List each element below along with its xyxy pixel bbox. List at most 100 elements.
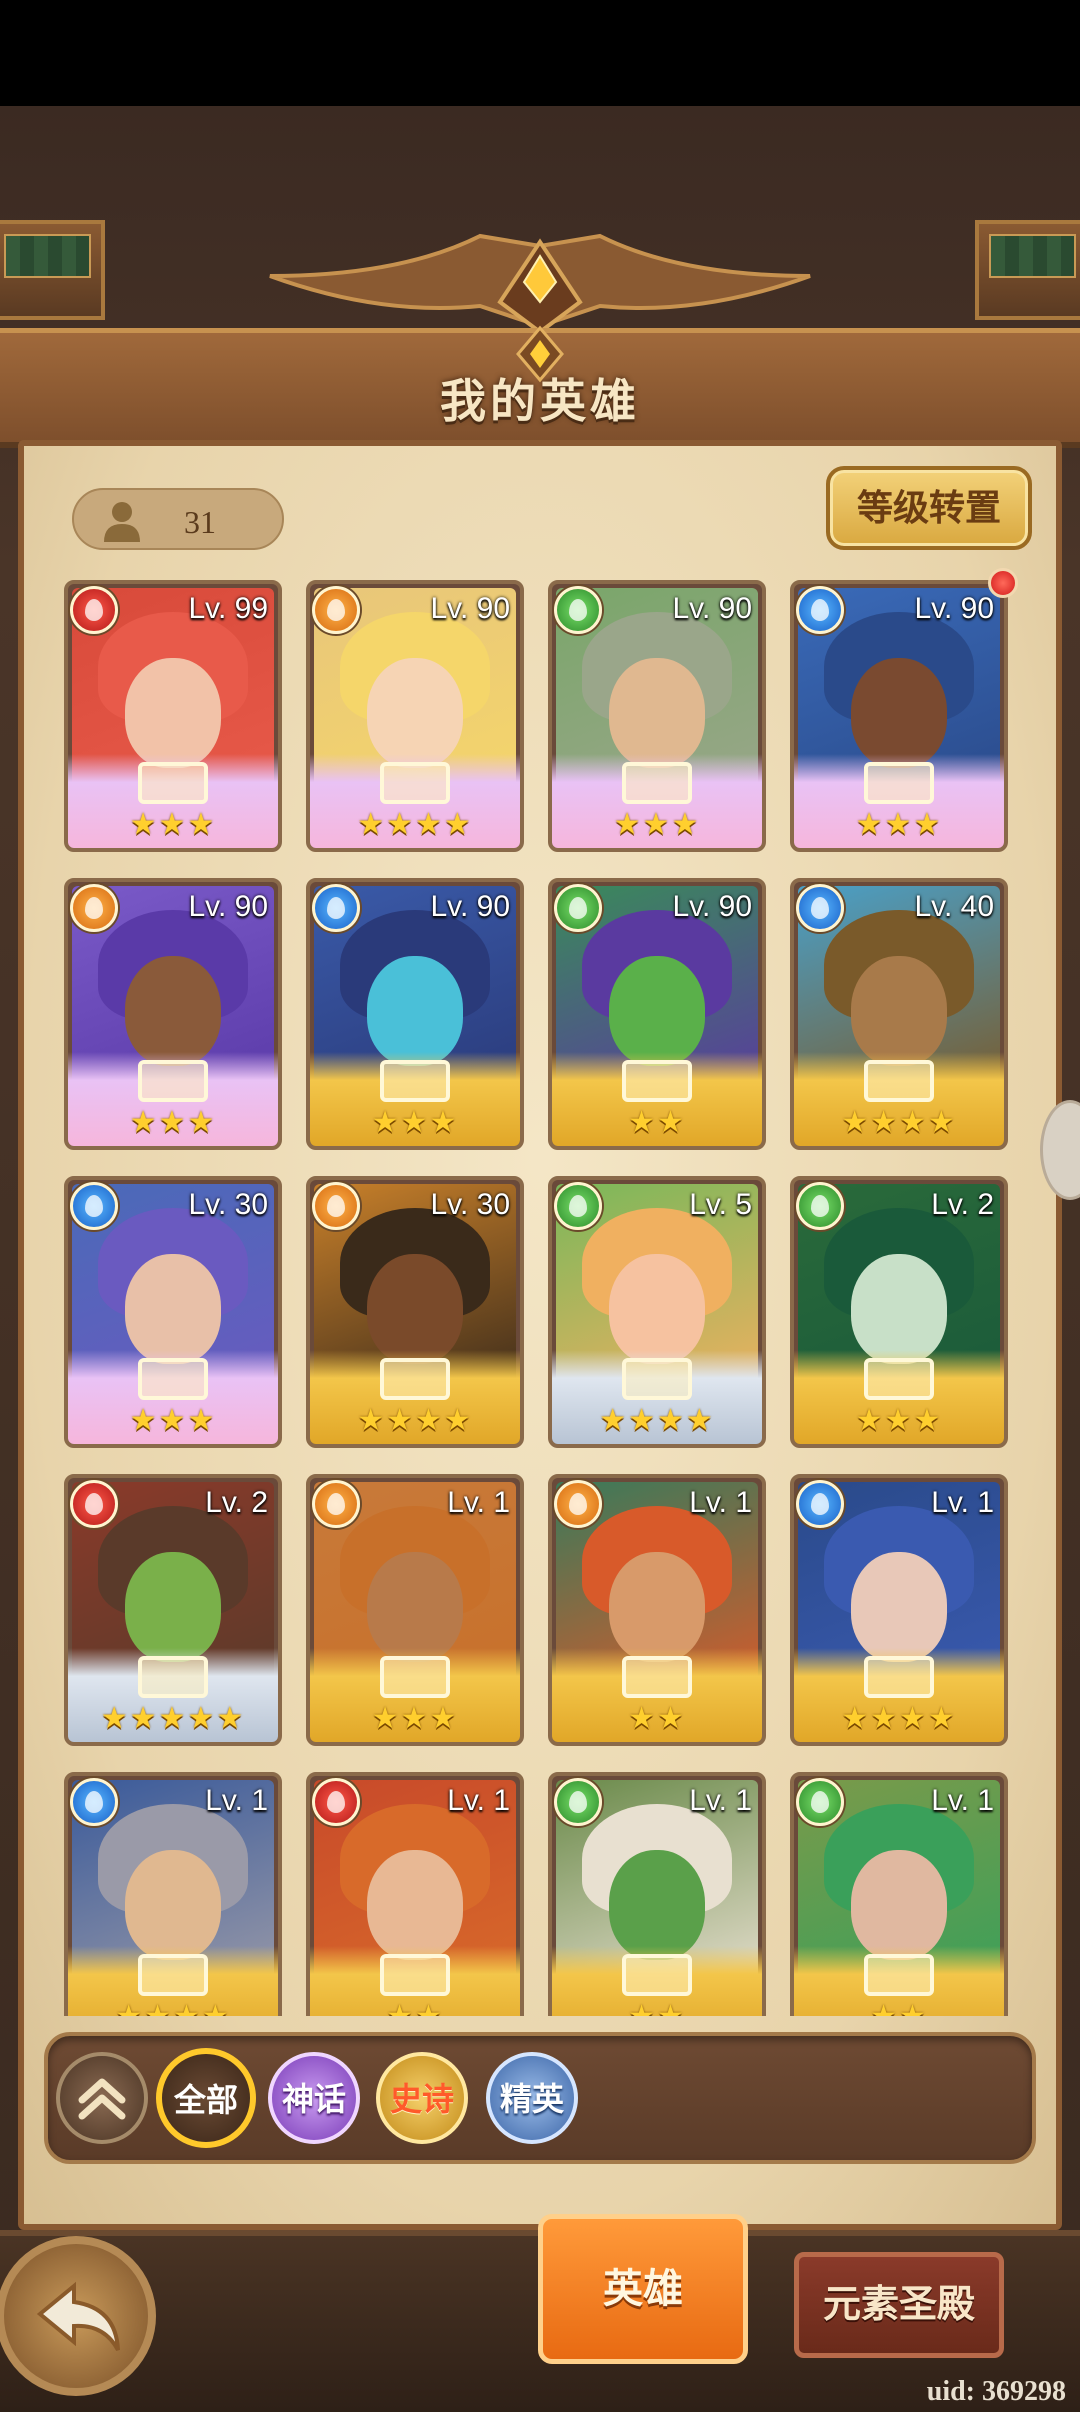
hero-level: Lv. 90 (672, 592, 753, 625)
hero-level: Lv. 90 (430, 890, 511, 923)
hero-face (125, 956, 221, 1066)
header-crest-ornament (269, 233, 811, 335)
hero-level: Lv. 99 (188, 592, 269, 625)
hero-card[interactable]: ★★★★ Lv. 90 (306, 580, 524, 852)
hero-face (851, 1552, 947, 1662)
hero-grid: ★★★ Lv. 99 ★★★★ Lv. 90 ★★★ Lv. 90 ★★★ Lv. 90 ★★★… (64, 580, 1014, 2016)
hero-level: Lv. 90 (672, 890, 753, 923)
star-rating: ★★★★ (599, 1404, 715, 1437)
filter-myth-button[interactable]: 神话 (268, 2052, 360, 2144)
star-rating: ★★★★ (357, 808, 473, 841)
hero-card[interactable]: ★★★★ Lv. 30 (306, 1176, 524, 1448)
hero-face (125, 1552, 221, 1662)
hero-level: Lv. 90 (914, 592, 995, 625)
hero-face (851, 1254, 947, 1364)
water-element-icon (312, 884, 360, 932)
hero-level: Lv. 40 (914, 890, 995, 923)
star-rating: ★★★ (129, 1404, 217, 1437)
star-rating: ★★ (552, 1999, 762, 2016)
star-rating: ★★★★ (357, 1404, 473, 1437)
water-element-icon (796, 586, 844, 634)
hero-face (367, 1254, 463, 1364)
water-element-icon (796, 884, 844, 932)
tab-element-shrine[interactable]: 元素圣殿 (794, 2252, 1004, 2358)
title-gem-icon (516, 325, 564, 383)
hero-card[interactable]: ★★ Lv. 1 (790, 1772, 1008, 2016)
hero-card[interactable]: ★★ Lv. 90 (548, 878, 766, 1150)
hero-level: Lv. 1 (689, 1486, 752, 1519)
star-rating: ★★★ (855, 1404, 943, 1437)
hero-count-badge: 31 (72, 488, 284, 550)
filter-all-button[interactable]: 全部 (156, 2048, 256, 2148)
hero-card[interactable]: ★★★ Lv. 90 (790, 580, 1008, 852)
earth-element-icon (312, 1480, 360, 1528)
nature-element-icon (554, 586, 602, 634)
hero-level: Lv. 1 (447, 1784, 510, 1817)
back-arrow-icon (36, 2281, 120, 2352)
star-rating: ★★★ (371, 1702, 459, 1735)
hero-card[interactable]: ★★★★ Lv. 5 (548, 1176, 766, 1448)
star-rating: ★★★★ (68, 1999, 278, 2016)
hero-level: Lv. 30 (430, 1188, 511, 1221)
hero-level: Lv. 1 (205, 1784, 268, 1817)
hero-card[interactable]: ★★★ Lv. 90 (64, 878, 282, 1150)
nature-element-icon (554, 1182, 602, 1230)
star-rating: ★★ (310, 1999, 520, 2016)
star-rating: ★★ (628, 1702, 686, 1735)
hero-face (851, 956, 947, 1066)
hero-level: Lv. 2 (205, 1486, 268, 1519)
water-element-icon (70, 1778, 118, 1826)
nature-element-icon (554, 884, 602, 932)
level-reset-button[interactable]: 等级转置 (826, 466, 1032, 550)
hero-face (609, 1254, 705, 1364)
filter-epic-button[interactable]: 史诗 (376, 2052, 468, 2144)
hero-level: Lv. 1 (931, 1784, 994, 1817)
hero-face (367, 956, 463, 1066)
hero-face (125, 1254, 221, 1364)
nature-element-icon (796, 1182, 844, 1230)
hero-face (125, 1850, 221, 1960)
collapse-chevron-button[interactable] (56, 2052, 148, 2144)
nature-element-icon (796, 1778, 844, 1826)
star-rating: ★★★★ (841, 1702, 957, 1735)
star-rating: ★★★ (371, 1106, 459, 1139)
hero-level: Lv. 5 (689, 1188, 752, 1221)
hero-face (609, 956, 705, 1066)
hero-card[interactable]: ★★★★ Lv. 40 (790, 878, 1008, 1150)
hero-card[interactable]: ★★★ Lv. 2 (790, 1176, 1008, 1448)
hero-card[interactable]: ★★★ Lv. 99 (64, 580, 282, 852)
hero-card[interactable]: ★★ Lv. 1 (548, 1772, 766, 2016)
hero-card[interactable]: ★★★★ Lv. 1 (64, 1772, 282, 2016)
fire-element-icon (312, 1778, 360, 1826)
hero-card[interactable]: ★★★ Lv. 30 (64, 1176, 282, 1448)
double-chevron-up-icon (78, 2078, 126, 2120)
hero-card[interactable]: ★★★ Lv. 90 (548, 580, 766, 852)
filter-elite-button[interactable]: 精英 (486, 2052, 578, 2144)
hero-face (609, 1552, 705, 1662)
tab-heroes[interactable]: 英雄 (538, 2214, 748, 2364)
hero-face (367, 1850, 463, 1960)
hero-card[interactable]: ★★★ Lv. 1 (306, 1474, 524, 1746)
earth-element-icon (554, 1480, 602, 1528)
hero-face (125, 658, 221, 768)
star-rating: ★★★★ (841, 1106, 957, 1139)
hero-card[interactable]: ★★★★ Lv. 1 (790, 1474, 1008, 1746)
hero-card[interactable]: ★★★★★ Lv. 2 (64, 1474, 282, 1746)
hero-level: Lv. 30 (188, 1188, 269, 1221)
person-icon (104, 502, 140, 542)
hero-level: Lv. 2 (931, 1188, 994, 1221)
earth-element-icon (312, 586, 360, 634)
star-rating: ★★★ (855, 808, 943, 841)
hero-face (367, 1552, 463, 1662)
hero-face (851, 658, 947, 768)
notification-dot (988, 568, 1018, 598)
star-rating: ★★ (628, 1106, 686, 1139)
hero-level: Lv. 1 (931, 1486, 994, 1519)
status-bar (0, 0, 1080, 106)
hero-card[interactable]: ★★★ Lv. 90 (306, 878, 524, 1150)
back-button[interactable] (0, 2236, 156, 2396)
hero-card[interactable]: ★★ Lv. 1 (306, 1772, 524, 2016)
water-element-icon (796, 1480, 844, 1528)
hero-card[interactable]: ★★ Lv. 1 (548, 1474, 766, 1746)
star-rating: ★★★★★ (100, 1702, 246, 1735)
